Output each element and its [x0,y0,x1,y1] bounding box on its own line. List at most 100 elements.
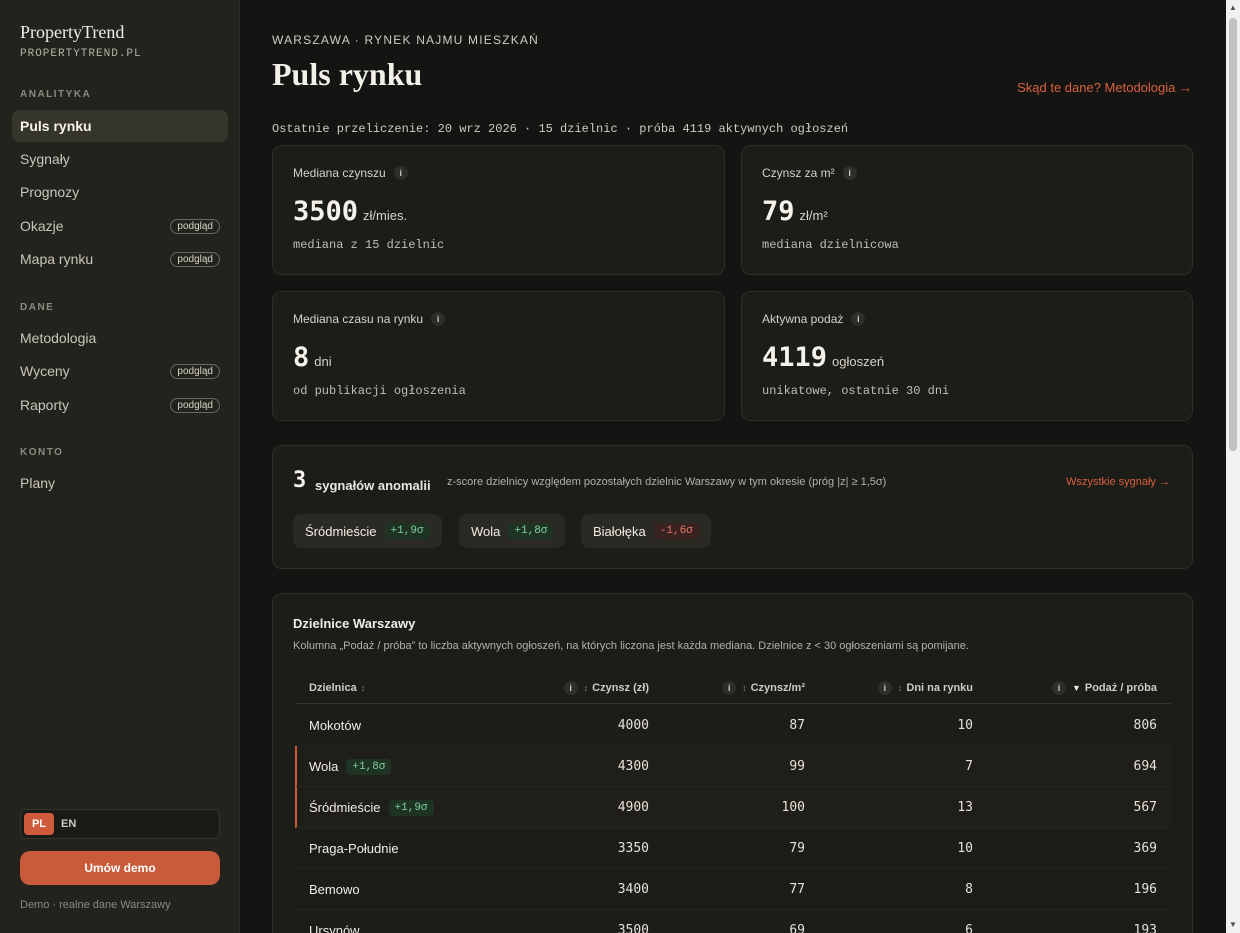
sidebar-item-label: Okazje [20,218,64,234]
kpi-unit: dni [314,354,332,369]
brand-name[interactable]: PropertyTrend [20,22,124,43]
column-header-district[interactable]: Dzielnica ↕ [309,672,365,704]
sidebar-item-label: Metodologia [20,330,97,346]
district-name: Śródmieście [309,800,381,815]
kpi-label: Mediana czynszu [293,166,386,180]
supply-cell: 196 [1133,882,1157,897]
info-icon[interactable]: i [877,681,892,695]
days-cell: 13 [957,800,973,815]
column-header-rent-m2[interactable]: i ↕ Czynsz/m² [709,672,805,704]
rent-cell: 3350 [617,841,649,856]
sidebar-item-label: Prognozy [20,184,80,200]
sidebar-item-metodologia[interactable]: Metodologia [12,322,228,354]
table-row-flagged[interactable]: Śródmieście +1,9σ 4900 100 13 567 [295,787,1171,828]
preview-badge: podgląd [170,219,220,234]
info-icon[interactable]: i [851,312,866,326]
rent-m2-cell: 99 [789,759,805,774]
district-cell: Śródmieście +1,9σ [309,787,434,828]
supply-cell: 369 [1133,841,1157,856]
rent-m2-cell: 87 [789,718,805,733]
z-score-badge: +1,9σ [384,523,430,539]
kpi-subtext: od publikacji ogłoszenia [293,384,466,398]
sidebar-item-puls-rynku[interactable]: Puls rynku [12,110,228,142]
lang-en-button[interactable]: EN [61,813,76,835]
methodology-link[interactable]: Skąd te dane? Metodologia → [1017,80,1192,95]
kpi-value: 8 [293,342,310,373]
sidebar-item-label: Plany [20,475,56,491]
info-icon[interactable]: i [1051,681,1066,695]
rent-cell: 3400 [617,882,649,897]
z-score-badge: +1,8σ [508,523,554,539]
signal-chip[interactable]: Wola +1,8σ [459,514,566,548]
scroll-down-arrow-icon[interactable]: ▼ [1228,920,1238,930]
column-header-rent[interactable]: i ↕ Czynsz (zł) [555,672,649,704]
kpi-label: Czynsz za m² [762,166,835,180]
district-name: Mokotów [309,718,362,733]
kpi-unit: zł/mies. [363,208,408,223]
days-cell: 6 [965,923,973,933]
days-cell: 10 [957,841,973,856]
lang-pl-button[interactable]: PL [24,813,54,835]
column-label: Podaż / próba [1084,682,1157,694]
signal-district: Białołęka [593,523,646,539]
rent-cell: 4000 [617,718,649,733]
scrollbar-thumb[interactable] [1229,18,1237,451]
page-eyebrow: WARSZAWA · RYNEK NAJMU MIESZKAŃ [272,33,539,47]
recalc-info: Ostatnie przeliczenie: 20 wrz 2026 · 15 … [272,122,849,136]
table-row[interactable]: Praga-Południe 3350 79 10 369 [295,828,1171,869]
scrollbar[interactable]: ▲ ▼ [1226,0,1240,933]
preview-badge: podgląd [170,364,220,379]
sidebar-item-okazje[interactable]: Okazje podgląd [12,210,228,242]
column-label: Czynsz (zł) [592,682,649,694]
days-cell: 8 [965,882,973,897]
info-icon[interactable]: i [563,681,578,695]
sidebar-item-raporty[interactable]: Raporty podgląd [12,389,228,421]
sidebar-item-plany[interactable]: Plany [12,467,228,499]
table-subtitle: Kolumna „Podaż / próba” to liczba aktywn… [293,640,969,652]
sort-icon: ↕ [360,683,366,693]
days-cell: 10 [957,718,973,733]
district-cell: Wola +1,8σ [309,746,392,787]
table-row[interactable]: Bemowo 3400 77 8 196 [295,869,1171,910]
kpi-value: 4119 [762,342,828,373]
rent-cell: 4900 [617,800,649,815]
signal-district: Śródmieście [305,523,377,539]
table-row[interactable]: Ursynów 3500 69 6 193 [295,910,1171,933]
brand-url: PROPERTYTREND.PL [20,48,142,60]
column-header-supply[interactable]: i ▼ Podaż / próba [1031,672,1157,704]
z-score-badge: -1,6σ [653,523,699,539]
book-demo-button[interactable]: Umów demo [20,851,220,885]
sidebar-item-wyceny[interactable]: Wyceny podgląd [12,355,228,387]
supply-cell: 694 [1133,759,1157,774]
z-score-badge: +1,9σ [388,799,434,816]
info-icon[interactable]: i [722,681,737,695]
kpi-value: 3500 [293,196,359,227]
kpi-card-rent-per-m2: Czynsz za m² i 79 zł/m² mediana dzielnicow… [741,145,1193,275]
sidebar-item-label: Puls rynku [20,118,92,134]
scroll-up-arrow-icon[interactable]: ▲ [1228,3,1238,13]
info-icon[interactable]: i [393,166,408,180]
nav-section-account: KONTO [20,447,64,458]
supply-cell: 567 [1133,800,1157,815]
sidebar-item-mapa-rynku[interactable]: Mapa rynku podgląd [12,243,228,275]
sidebar-item-prognozy[interactable]: Prognozy [12,176,228,208]
preview-badge: podgląd [170,398,220,413]
sidebar-item-sygnaly[interactable]: Sygnały [12,143,228,175]
info-icon[interactable]: i [431,312,446,326]
days-cell: 7 [965,759,973,774]
rent-m2-cell: 100 [781,800,805,815]
kpi-subtext: mediana dzielnicowa [762,238,899,252]
all-signals-link[interactable]: Wszystkie sygnały → [1066,476,1170,488]
column-header-days[interactable]: i ↕ Dni na rynku [865,672,973,704]
kpi-label: Mediana czasu na rynku [293,312,424,326]
table-row-flagged[interactable]: Wola +1,8σ 4300 99 7 694 [295,746,1171,787]
kpi-unit: ogłoszeń [832,354,885,369]
signal-district: Wola [471,523,501,539]
signal-chip[interactable]: Białołęka -1,6σ [581,514,711,548]
signal-chip[interactable]: Śródmieście +1,9σ [293,514,442,548]
rent-cell: 4300 [617,759,649,774]
nav-section-data: DANE [20,302,55,313]
info-icon[interactable]: i [842,166,857,180]
table-row[interactable]: Mokotów 4000 87 10 806 [295,705,1171,746]
sidebar-item-label: Wyceny [20,363,70,379]
